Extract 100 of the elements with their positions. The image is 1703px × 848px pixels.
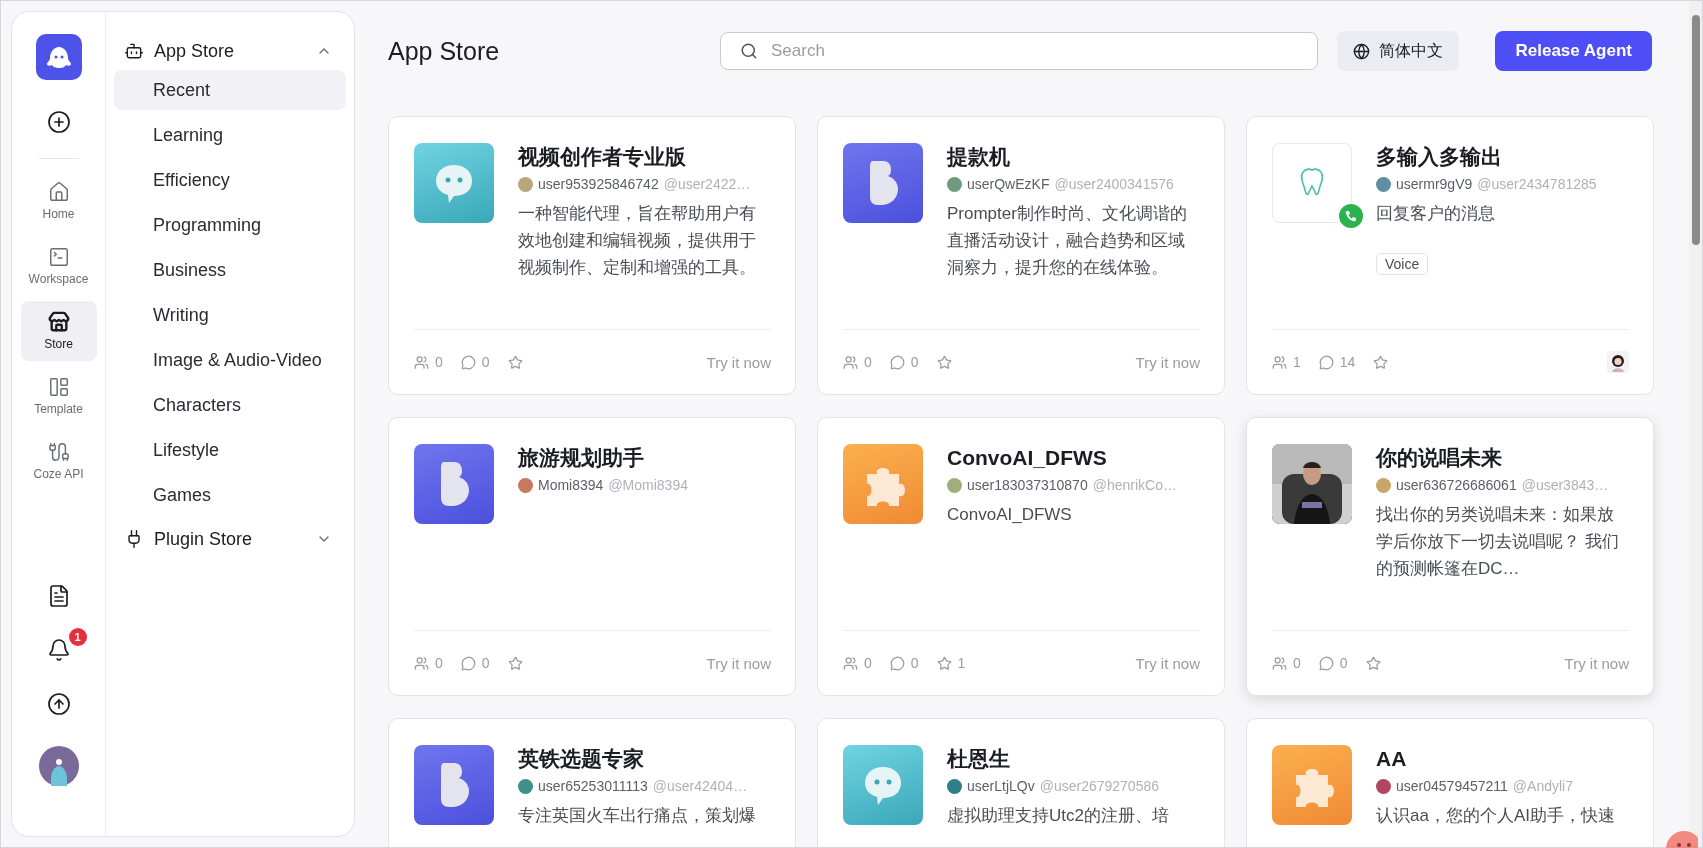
nav-item[interactable]: Home (20, 171, 97, 231)
terminal-icon (47, 246, 70, 268)
category-item[interactable]: Lifestyle (114, 430, 346, 470)
search-field[interactable]: Search (720, 32, 1318, 70)
agent-description: 专注英国火车出行痛点，策划爆 (518, 805, 757, 827)
chat-bubble-icon (414, 143, 494, 223)
storefront-icon (47, 311, 70, 333)
layout-icon (47, 376, 70, 398)
category-item[interactable]: Recent (114, 70, 346, 110)
agent-description: 回复客户的消息 (1376, 203, 1496, 225)
author-handle: @user2679270586 (1039, 778, 1159, 794)
agent-title: 旅游规划助手 (518, 445, 645, 471)
agent-description: 虚拟助理支持Utc2的注册、培 (947, 805, 1170, 827)
tag: Voice (1376, 253, 1429, 275)
plus-circle-icon[interactable] (46, 110, 71, 134)
puzzle-piece-icon (1272, 745, 1352, 825)
author-name: userLtjLQv (967, 778, 1035, 794)
page-title: App Store (388, 36, 501, 66)
nav-item[interactable]: Template (20, 366, 97, 426)
agent-card[interactable]: AA user04579457211 @Andyli7 认识aa，您的个人AI助手，快速 (1246, 718, 1654, 847)
nav-label: Store (44, 337, 73, 351)
scrollbar-thumb[interactable] (1691, 15, 1700, 245)
agent-title: 提款机 (947, 144, 1011, 170)
author-name: Momi8394 (538, 477, 604, 493)
user-avatar[interactable] (38, 746, 79, 786)
phone-icon (1337, 202, 1365, 230)
puzzle-piece-icon (843, 444, 923, 524)
category-item[interactable]: Characters (114, 385, 346, 425)
ghost-logo-icon[interactable] (35, 34, 82, 80)
author-handle: @Momi8394 (608, 477, 688, 493)
agent-description: 认识aa，您的个人AI助手，快速 (1376, 805, 1616, 827)
store-group-header[interactable]: Plugin Store (114, 520, 346, 558)
author-handle: @henrikCo… (1092, 477, 1177, 493)
agent-title: 视频创作者专业版 (518, 144, 687, 170)
author-handle: @user2422… (663, 176, 751, 192)
bell-icon[interactable] (46, 638, 71, 662)
users-stat: 0 (414, 354, 443, 371)
category-item[interactable]: Efficiency (114, 160, 346, 200)
agent-description: Prompter制作时尚、文化调谐的直播活动设计，融合趋势和区域洞察力，提升您的在线体验。 (947, 203, 1188, 279)
chat-bubble-icon (843, 745, 923, 825)
nav-label: Workspace (28, 272, 89, 286)
users-stat: 1 (1272, 354, 1301, 371)
nav-item[interactable]: Workspace (20, 236, 97, 296)
nav-item[interactable]: Coze API (20, 431, 97, 491)
author-name: user636726686061 (1396, 477, 1517, 493)
comments-stat: 0 (889, 354, 919, 371)
category-item[interactable]: Business (114, 250, 346, 290)
agent-description: 找出你的另类说唱未来：如果放学后你放下一切去说唱呢？ 我们的预测帐篷在DC… (1376, 504, 1620, 580)
author-name: usermr9gV9 (1396, 176, 1473, 192)
star-icon[interactable] (1365, 655, 1381, 671)
author-handle: @user3843… (1521, 477, 1609, 493)
plug-icon (47, 441, 70, 463)
comments-stat: 0 (460, 655, 490, 672)
users-stat: 0 (843, 655, 872, 672)
star-icon[interactable] (507, 354, 523, 370)
author-handle: @user42404… (652, 778, 748, 794)
users-stat: 0 (843, 354, 872, 371)
star-icon[interactable] (936, 354, 952, 370)
search-icon (740, 42, 758, 60)
agent-card[interactable]: 旅游规划助手 Momi8394 @Momi8394 0 0 Try it now (388, 417, 796, 696)
nav-label: Template (34, 402, 83, 416)
robot-icon (124, 41, 144, 61)
group-label: App Store (154, 40, 235, 62)
category-item[interactable]: Games (114, 475, 346, 515)
language-button[interactable]: 简体中文 (1337, 31, 1459, 71)
nav-label: Coze API (33, 467, 84, 481)
agent-card[interactable]: 杜恩生 userLtjLQv @user2679270586 虚拟助理支持Utc2的注册、培 (817, 718, 1225, 847)
group-label: Plugin Store (154, 528, 253, 550)
notification-count: 1 (68, 628, 87, 646)
nav-item[interactable]: Store (20, 301, 97, 361)
agent-card[interactable]: 提款机 userQwEzKF @user2400341576 Prompter制作时尚、文化调谐的直播活动设计，融合趋势和区域洞察力，提升您的在线体验。 0 0 Try it now (817, 116, 1225, 395)
store-group-header[interactable]: App Store (114, 32, 346, 70)
globe-icon (1353, 42, 1370, 60)
category-item[interactable]: Image & Audio-Video (114, 340, 346, 380)
author-name: user65253011113 (538, 778, 648, 794)
comments-stat: 14 (1318, 354, 1356, 371)
agent-title: AA (1376, 746, 1408, 772)
author-handle: @user2434781285 (1477, 176, 1597, 192)
comments-stat: 0 (1318, 655, 1348, 672)
star-icon[interactable] (507, 655, 523, 671)
agent-card[interactable]: 你的说唱未来 user636726686061 @user3843… 找出你的另类说唱未来：如果放学后你放下一切去说唱呢？ 我们的预测帐篷在DC… 0 0 Try it now (1246, 417, 1654, 696)
nav-label: Home (42, 207, 75, 221)
agent-card[interactable]: 英铁选题专家 user65253011113 @user42404… 专注英国火车出行痛点，策划爆 (388, 718, 796, 847)
category-item[interactable]: Programming (114, 205, 346, 245)
agent-description: ConvoAI_DFWS (947, 504, 1073, 526)
creator-avatar-icon (1607, 351, 1629, 374)
author-name: user953925846742 (538, 176, 659, 192)
agent-card[interactable]: 视频创作者专业版 user953925846742 @user2422… 一种智能代理，旨在帮助用户有效地创建和编辑视频，提供用于视频制作、定制和增强的工具。 0 0 Try it now (388, 116, 796, 395)
star-icon[interactable] (1373, 354, 1389, 370)
agent-title: 多输入多输出 (1376, 144, 1503, 170)
agent-title: 你的说唱未来 (1376, 445, 1503, 471)
category-item[interactable]: Writing (114, 295, 346, 335)
release-agent-button[interactable]: Release Agent (1495, 31, 1652, 71)
category-item[interactable]: Learning (114, 115, 346, 155)
agent-card[interactable]: 多输入多输出 usermr9gV9 @user2434781285 回复客户的消息 Voice 1 14 (1246, 116, 1654, 395)
upload-circle-icon[interactable] (46, 692, 71, 716)
author-name: user183037310870 (967, 477, 1088, 493)
agent-title: ConvoAI_DFWS (947, 445, 1108, 471)
users-stat: 0 (1272, 655, 1301, 672)
agent-title: 杜恩生 (947, 746, 1011, 772)
